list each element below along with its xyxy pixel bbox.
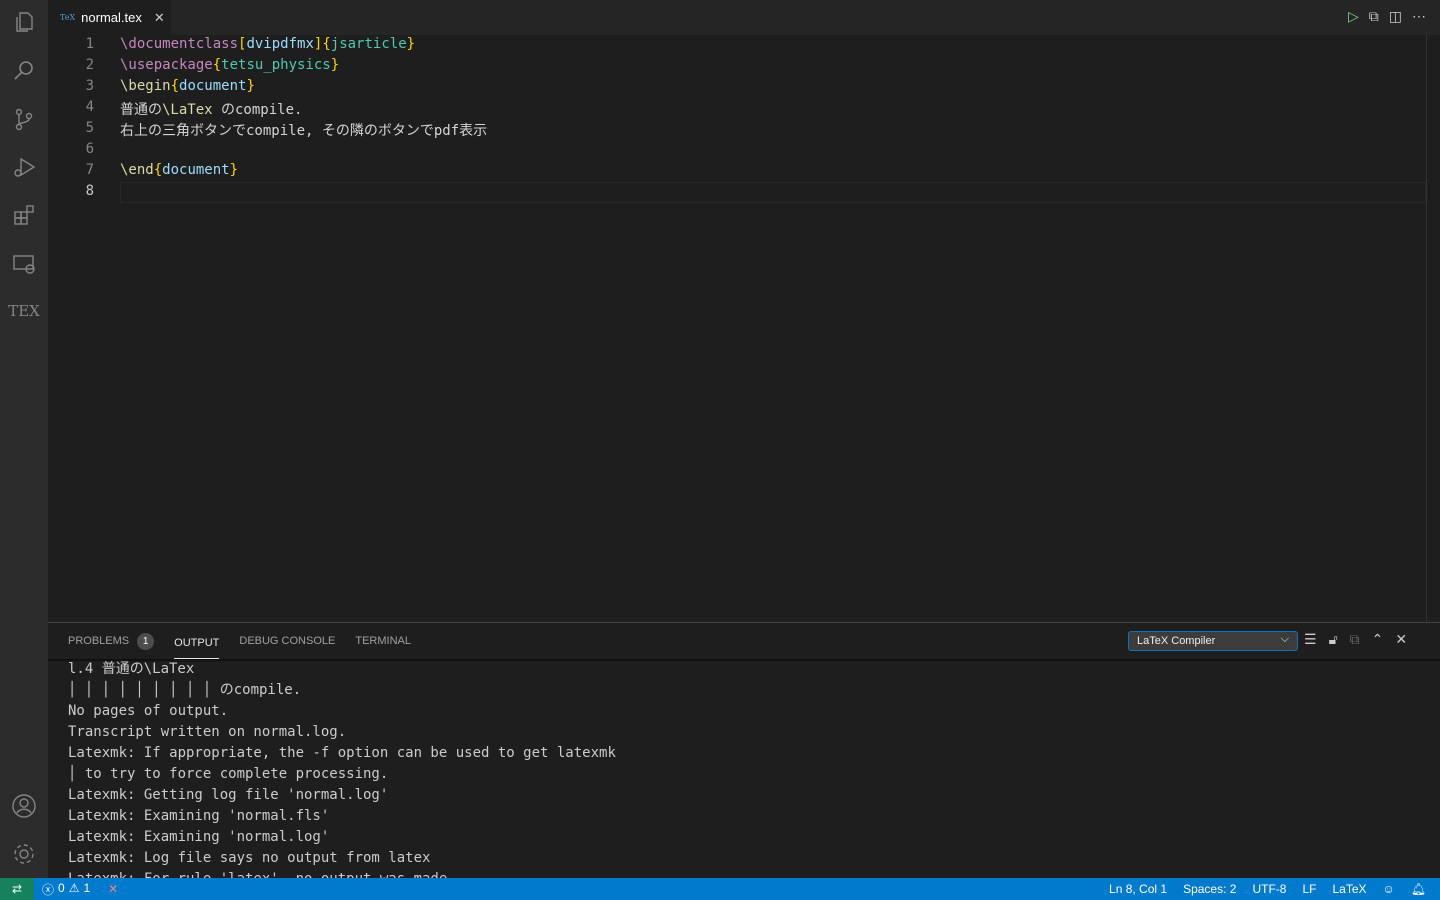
- tab-terminal[interactable]: TERMINAL: [355, 623, 411, 659]
- code-line[interactable]: \usepackage{tetsu_physics}: [120, 57, 339, 73]
- indentation[interactable]: Spaces: 2: [1183, 882, 1236, 896]
- source-control-icon[interactable]: [10, 105, 38, 133]
- code-token: \LaTex: [162, 102, 213, 118]
- view-pdf-icon[interactable]: ⧉: [1369, 8, 1379, 25]
- language-mode[interactable]: LaTeX: [1332, 882, 1366, 896]
- code-token: \usepackage: [120, 57, 213, 73]
- output-line: Latexmk: Examining 'normal.fls': [68, 808, 330, 824]
- code-token: 右上の三角ボタンでcompile, その隣のボタンでpdf表示: [120, 123, 488, 139]
- code-line[interactable]: 普通の\LaTex のcompile.: [120, 99, 302, 119]
- code-line[interactable]: 右上の三角ボタンでcompile, その隣のボタンでpdf表示: [120, 120, 487, 140]
- run-build-icon[interactable]: ▷: [1348, 8, 1359, 25]
- build-fail-icon[interactable]: ✕: [108, 882, 118, 896]
- clear-output-icon[interactable]: ☰: [1304, 631, 1317, 648]
- code-line[interactable]: \end{document}: [120, 162, 238, 178]
- output-line: Latexmk: Getting log file 'normal.log': [68, 787, 389, 803]
- editor-scrollbar[interactable]: [1426, 35, 1427, 622]
- code-token: \end: [120, 162, 154, 178]
- encoding[interactable]: UTF-8: [1252, 882, 1286, 896]
- code-token: }: [246, 78, 255, 94]
- code-token: \begin: [120, 78, 171, 94]
- status-bar: ⇄ ⓧ 0 ⚠ 1 ✕ Ln 8, Col 1 Spaces: 2 UTF-8 LF…: [0, 878, 1440, 900]
- output-line: No pages of output.: [68, 703, 229, 719]
- output-line: l.4 普通の\LaTex: [68, 661, 195, 677]
- line-number: 8: [85, 183, 94, 199]
- tab-label: PROBLEMS: [68, 635, 130, 647]
- channel-label: LaTeX Compiler: [1137, 635, 1216, 647]
- tab-problems[interactable]: PROBLEMS 1: [68, 623, 155, 659]
- line-number: 7: [85, 162, 94, 178]
- settings-gear-icon[interactable]: [10, 840, 38, 868]
- code-token: }: [229, 162, 239, 178]
- output-line: Transcript written on normal.log.: [68, 724, 347, 740]
- line-number: 3: [85, 78, 94, 94]
- extensions-icon[interactable]: [10, 201, 38, 229]
- more-actions-icon[interactable]: ⋯: [1412, 8, 1426, 25]
- close-panel-icon[interactable]: ✕: [1395, 631, 1407, 648]
- output-line: │ to try to force complete processing.: [68, 766, 389, 782]
- tab-output[interactable]: OUTPUT: [174, 627, 220, 659]
- code-token: {: [170, 78, 180, 94]
- tab-debug-console[interactable]: DEBUG CONSOLE: [239, 623, 335, 659]
- line-number: 2: [85, 57, 94, 73]
- output-channel-select[interactable]: LaTeX Compiler ⌵: [1128, 631, 1298, 651]
- code-line[interactable]: \begin{document}: [120, 78, 255, 94]
- search-icon[interactable]: [10, 57, 38, 85]
- maximize-panel-icon[interactable]: ⌃: [1372, 631, 1384, 648]
- code-token: document: [179, 78, 247, 94]
- problems-count-badge: 1: [137, 632, 155, 650]
- warning-count: 1: [83, 880, 91, 895]
- code-line[interactable]: \documentclass[dvipdfmx]{jsarticle}: [120, 36, 415, 52]
- split-editor-icon[interactable]: ◫: [1389, 8, 1402, 25]
- code-token: }: [330, 57, 340, 73]
- files-icon[interactable]: [10, 8, 38, 36]
- close-tab-icon[interactable]: ✕: [154, 10, 165, 26]
- output-line: Latexmk: Log file says no output from la…: [68, 850, 431, 866]
- line-number: 5: [85, 120, 94, 136]
- line-ending[interactable]: LF: [1302, 882, 1316, 896]
- code-token: dvipdfmx: [246, 36, 314, 52]
- tex-icon[interactable]: TEX: [8, 297, 40, 325]
- chevron-down-icon: ⌵: [1280, 633, 1289, 645]
- current-line-highlight: [120, 182, 1426, 203]
- tab-label: normal.tex: [81, 10, 142, 25]
- remote-indicator-icon[interactable]: ⇄: [0, 878, 34, 900]
- code-editor[interactable]: 1 \documentclass[dvipdfmx]{jsarticle} 2 \us…: [48, 35, 1426, 622]
- tab-normal-tex[interactable]: TeX normal.tex ✕: [48, 0, 171, 35]
- code-token: {: [322, 36, 331, 52]
- code-token: 普通の: [120, 102, 162, 118]
- bottom-panel: PROBLEMS 1 OUTPUT DEBUG CONSOLE TERMINAL …: [48, 622, 1440, 878]
- activity-bar: TEX: [0, 0, 48, 878]
- error-icon: ⓧ: [42, 882, 55, 897]
- problems-status[interactable]: ⓧ 0 ⚠ 1: [42, 881, 90, 898]
- open-log-icon[interactable]: ⧉: [1350, 631, 1360, 648]
- output-line: │ │ │ │ │ │ │ │ │ のcompile.: [68, 682, 302, 698]
- notifications-bell-icon[interactable]: 🔔︎: [1411, 882, 1426, 896]
- code-token: document: [162, 162, 230, 178]
- output-log[interactable]: l.4 普通の\LaTex │ │ │ │ │ │ │ │ │ のcompile.…: [68, 659, 616, 878]
- line-number: 4: [85, 99, 94, 115]
- lock-scroll-icon[interactable]: 🔓︎: [1329, 631, 1338, 648]
- warning-icon: ⚠: [68, 880, 80, 895]
- feedback-icon[interactable]: ☺: [1383, 882, 1395, 896]
- line-number: 6: [85, 141, 94, 157]
- tex-file-icon: TeX: [60, 13, 76, 22]
- error-count: 0: [58, 880, 65, 895]
- output-line: Latexmk: Examining 'normal.log': [68, 829, 330, 845]
- output-line: Latexmk: For rule 'latex', no output was…: [68, 869, 616, 878]
- line-number: 1: [85, 36, 94, 52]
- output-line: Latexmk: If appropriate, the -f option c…: [68, 745, 616, 761]
- tab-bar: TeX normal.tex ✕ ▷ ⧉ ◫ ⋯: [48, 0, 1440, 35]
- remote-explorer-icon[interactable]: [10, 250, 38, 278]
- code-token: }: [406, 36, 416, 52]
- account-icon[interactable]: [10, 792, 38, 820]
- code-token: tetsu_physics: [221, 57, 331, 73]
- code-token: jsarticle: [330, 36, 407, 52]
- run-debug-icon[interactable]: [10, 153, 38, 181]
- cursor-position[interactable]: Ln 8, Col 1: [1109, 882, 1167, 896]
- code-token: \documentclass: [120, 36, 239, 52]
- code-token: {: [212, 57, 222, 73]
- code-token: のcompile.: [212, 102, 303, 118]
- code-token: {: [153, 162, 163, 178]
